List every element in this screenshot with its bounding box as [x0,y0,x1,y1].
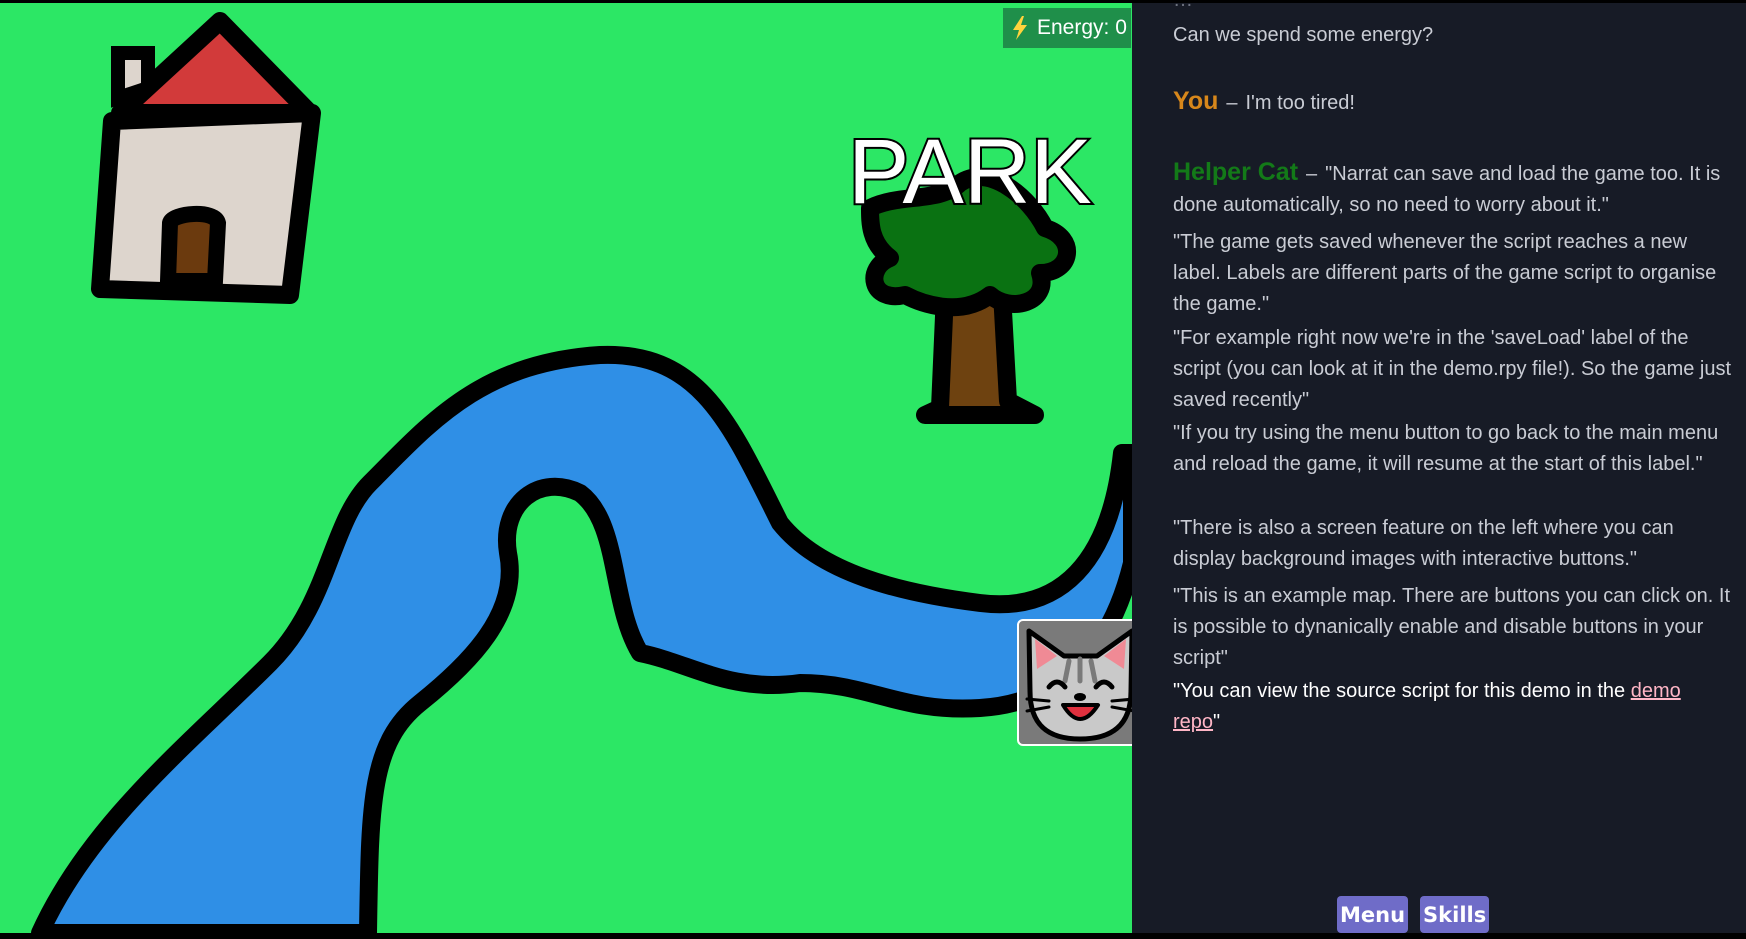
dialogue-text: "The game gets saved whenever the script… [1173,231,1717,315]
river [31,345,1132,933]
dialogue-line: You – I'm too tired! [1173,87,1355,115]
dialogue-line: "If you try using the menu button to go … [1173,418,1733,480]
dialogue-text: "You can view the source script for this… [1173,680,1631,702]
dialogue-panel: … Can we spend some energy? You–I'm too … [1132,3,1746,933]
speaker-name: You [1173,87,1219,115]
speaker-name: Helper Cat [1173,158,1299,186]
park-label[interactable]: PARK [846,119,1094,225]
map-artwork: PARK [31,12,1132,933]
dialogue-line: "There is also a screen feature on the l… [1173,513,1733,575]
energy-counter: Energy: 0 [1003,8,1131,48]
dialogue-text: "For example right now we're in the 'sav… [1173,327,1732,411]
dialogue-text: I'm too tired! [1245,92,1355,114]
dialogue-line: Helper Cat – "Narrat can save and load the… [1173,158,1721,216]
lightning-bolt-icon [1013,16,1027,40]
energy-label: Energy: 0 [1037,16,1127,39]
helper-cat-button[interactable] [1017,619,1132,746]
bottom-controls: Menu Skills [1337,896,1490,933]
dialogue-line-current: "You can view the source script for this… [1173,676,1733,738]
dialogue-text: "There is also a screen feature on the l… [1173,517,1674,570]
dialogue-line: "The game gets saved whenever the script… [1173,227,1733,320]
dialogue-text: "If you try using the menu button to go … [1173,422,1719,475]
dialogue-line-scrolled: … [1173,3,1733,16]
dialogue-text-end: " [1213,711,1221,733]
dialogue-line: "This is an example map. There are butto… [1173,581,1733,674]
map-screen: PARK Energy: 0 [0,3,1132,933]
dialogue-line: "For example right now we're in the 'sav… [1173,323,1733,416]
dialogue-text: Can we spend some energy? [1173,24,1434,46]
dialogue-text: "This is an example map. There are butto… [1173,585,1731,669]
dialogue-line: Can we spend some energy? [1173,20,1733,51]
house[interactable] [91,12,321,304]
cat-face-icon [1025,628,1132,742]
skills-button[interactable]: Skills [1420,896,1490,933]
menu-button[interactable]: Menu [1337,896,1409,933]
game-frame: PARK Energy: 0 … Can we sp [0,3,1746,933]
